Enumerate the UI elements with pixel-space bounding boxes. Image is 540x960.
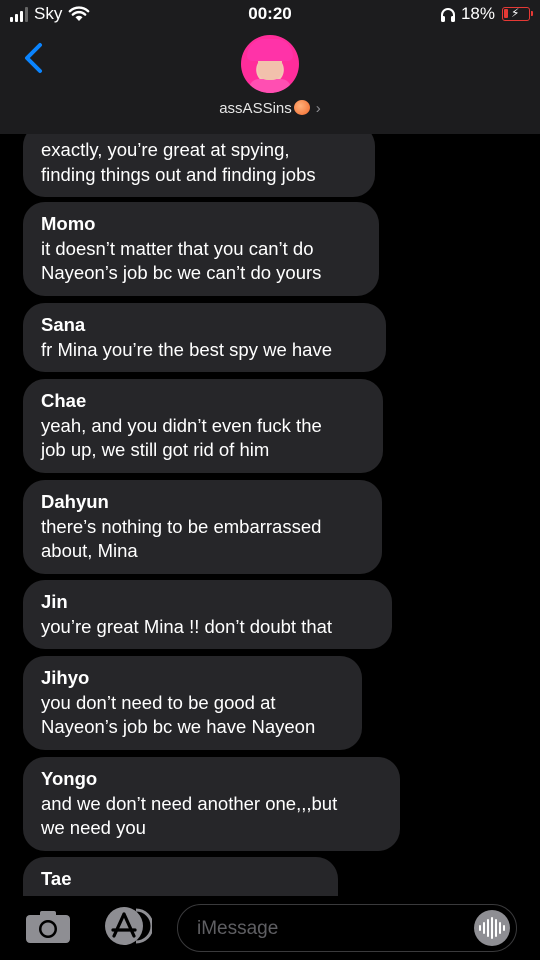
- message-bubble[interactable]: Sana fr Mina you’re the best spy we have: [23, 303, 386, 372]
- message-sender: Jin: [41, 591, 68, 612]
- message-text: yeah, and you didn’t even fuck the job u…: [41, 414, 322, 461]
- composer-bar: iMessage: [0, 896, 540, 960]
- message-bubble[interactable]: Jihyo you don’t need to be good at Nayeo…: [23, 656, 362, 750]
- message-bubble[interactable]: Chae yeah, and you didn’t even fuck the …: [23, 379, 383, 473]
- status-bar: Sky 00:20 18% ⚡: [0, 0, 540, 30]
- battery-icon: ⚡: [502, 6, 533, 21]
- message-sender: Jihyo: [41, 667, 90, 688]
- message-bubble[interactable]: Tae: [23, 857, 338, 896]
- battery-percent: 18%: [460, 4, 495, 23]
- chevron-right-icon: ›: [315, 100, 321, 117]
- message-text: you don’t need to be good at Nayeon’s jo…: [41, 691, 316, 738]
- message-text: you’re great Mina !! don’t doubt that: [41, 615, 333, 637]
- message-sender: Momo: [41, 213, 96, 234]
- message-bubble[interactable]: Momo it doesn’t matter that you can’t do…: [23, 202, 379, 296]
- conversation-header: assASSins ›: [0, 30, 540, 134]
- message-sender: Dahyun: [41, 491, 109, 512]
- message-input-placeholder: iMessage: [197, 918, 279, 939]
- message-bubble[interactable]: Yongo and we don’t need another one,,,bu…: [23, 757, 400, 851]
- back-chevron-icon[interactable]: [22, 42, 46, 74]
- message-sender: Yongo: [41, 768, 98, 789]
- contact-name: assASSins: [219, 100, 292, 117]
- message-bubble[interactable]: exactly, you’re great at spying, finding…: [23, 134, 375, 197]
- contact-name-button[interactable]: assASSins ›: [0, 100, 540, 117]
- audio-waveform-icon[interactable]: [474, 910, 510, 946]
- headphones-icon: [440, 7, 455, 22]
- message-input[interactable]: iMessage: [177, 904, 517, 952]
- message-sender: Tae: [41, 868, 72, 889]
- message-text: exactly, you’re great at spying, finding…: [41, 139, 316, 185]
- contact-avatar[interactable]: [241, 35, 299, 93]
- app-store-icon[interactable]: [100, 906, 152, 946]
- message-bubble[interactable]: Dahyun there’s nothing to be embarrassed…: [23, 480, 382, 574]
- message-text: there’s nothing to be embarrassed about,…: [41, 515, 322, 562]
- message-bubble[interactable]: Jin you’re great Mina !! don’t doubt tha…: [23, 580, 392, 649]
- message-sender: Chae: [41, 390, 87, 411]
- message-list[interactable]: exactly, you’re great at spying, finding…: [0, 134, 540, 896]
- camera-icon[interactable]: [25, 910, 71, 944]
- peach-emoji-icon: [293, 100, 310, 115]
- message-text: and we don’t need another one,,,but we n…: [41, 792, 338, 839]
- message-text: fr Mina you’re the best spy we have: [41, 338, 333, 360]
- status-right: 18% ⚡: [440, 4, 533, 24]
- message-text: it doesn’t matter that you can’t do Naye…: [41, 237, 322, 284]
- message-sender: Sana: [41, 314, 86, 335]
